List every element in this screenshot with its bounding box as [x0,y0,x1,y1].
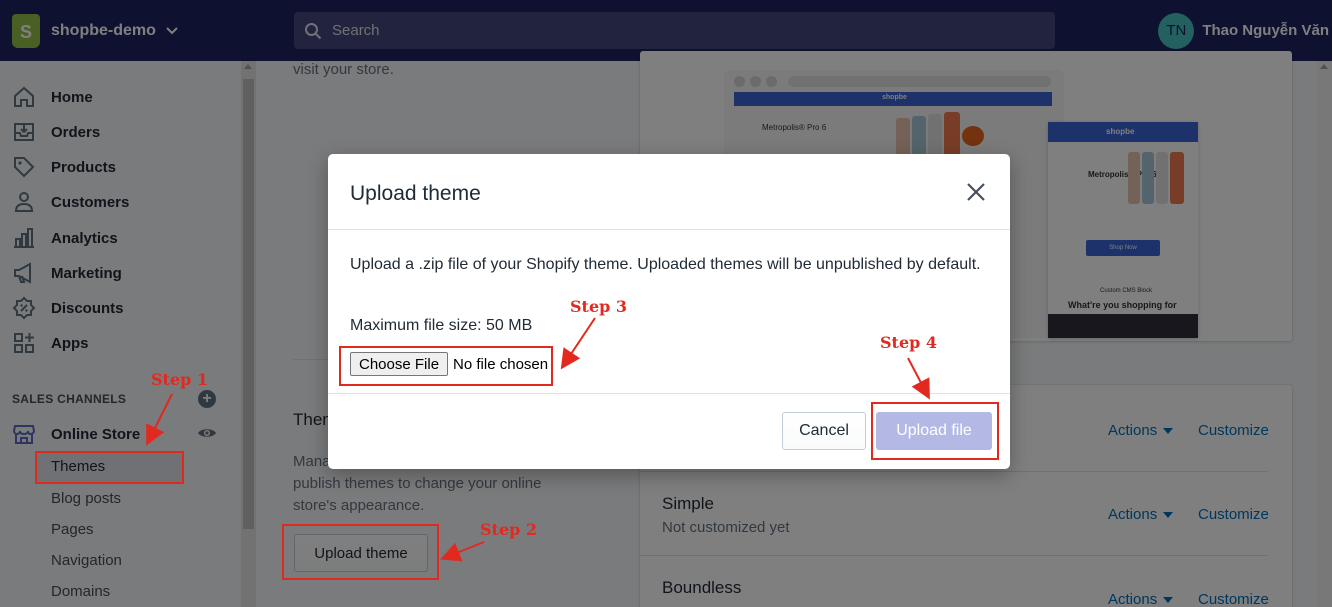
annotation-arrows [146,317,930,562]
step1-arrow [146,393,173,446]
step2-arrow [440,541,485,562]
step4-arrow [907,357,930,400]
step3-arrow [560,317,596,370]
